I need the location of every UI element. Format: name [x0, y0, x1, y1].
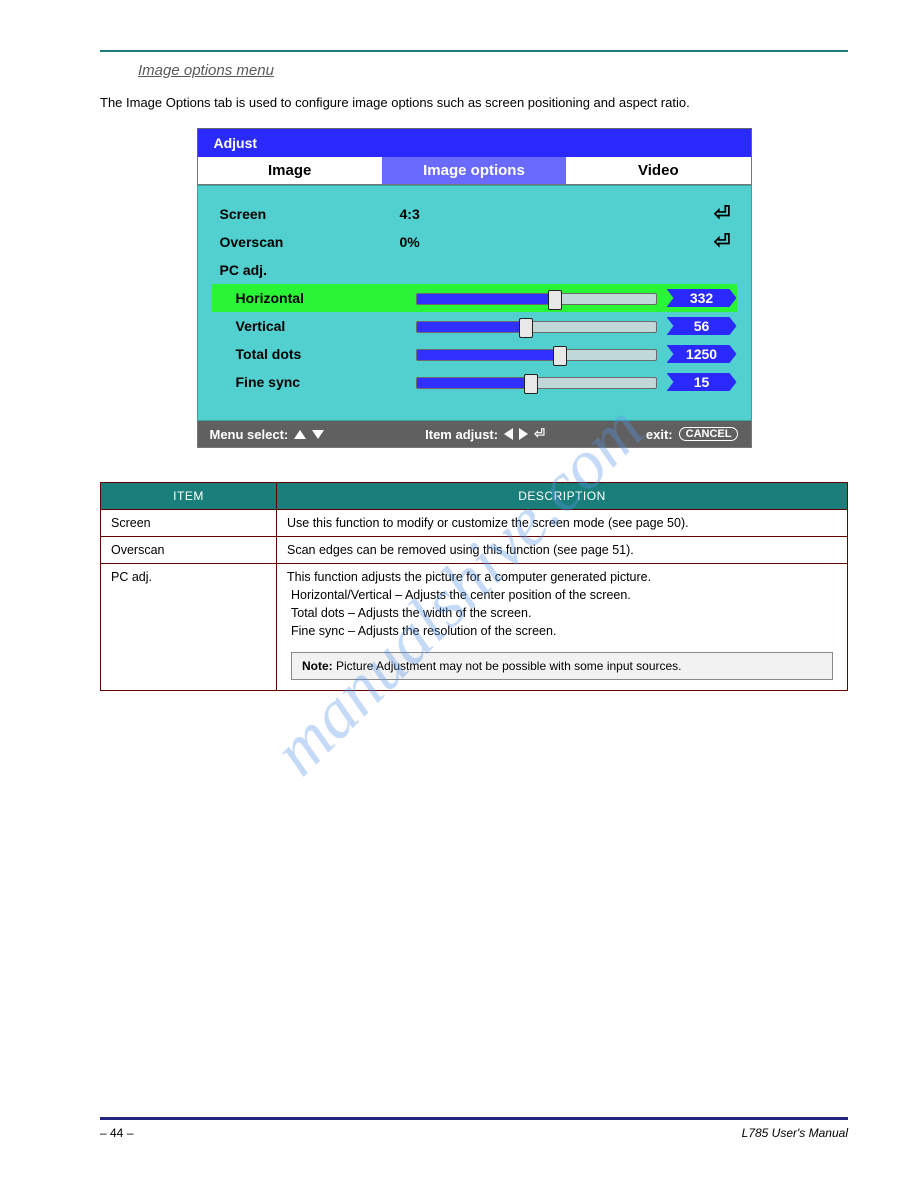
cancel-pill: CANCEL [679, 427, 739, 441]
osd-label-horizontal: Horizontal [212, 290, 416, 306]
osd-row-fine-sync[interactable]: Fine sync 15 [212, 368, 737, 396]
slider-thumb[interactable] [519, 318, 533, 338]
pcadj-f: Fine sync – Adjusts the resolution of th… [291, 624, 837, 638]
osd-tab-row: Image Image options Video [197, 157, 752, 185]
footer-rule [100, 1117, 848, 1120]
hint-exit-label: exit: [646, 427, 673, 442]
spec-table: ITEM DESCRIPTION Screen Use this functio… [100, 482, 848, 691]
badge-total-dots: 1250 [667, 345, 737, 363]
osd-screenshot: Adjust Image Image options Video Screen … [197, 128, 752, 448]
osd-row-total-dots[interactable]: Total dots 1250 [212, 340, 737, 368]
header-rule [100, 50, 848, 52]
tab-image[interactable]: Image [198, 157, 382, 184]
slider-vertical[interactable] [416, 321, 657, 333]
osd-title: Adjust [197, 128, 752, 157]
osd-row-vertical[interactable]: Vertical 56 [212, 312, 737, 340]
subsection-description: The Image Options tab is used to configu… [100, 95, 848, 110]
slider-thumb[interactable] [553, 346, 567, 366]
note-box: Note: Picture Adjustment may not be poss… [291, 652, 833, 680]
pcadj-h: Horizontal/Vertical – Adjusts the center… [291, 588, 837, 602]
osd-label-fine-sync: Fine sync [212, 374, 416, 390]
th-desc: DESCRIPTION [277, 483, 848, 510]
tab-image-options[interactable]: Image options [382, 157, 566, 184]
osd-label-vertical: Vertical [212, 318, 416, 334]
table-row: Overscan Scan edges can be removed using… [101, 537, 848, 564]
table-row: Screen Use this function to modify or cu… [101, 510, 848, 537]
footer-page-number: – 44 – [100, 1126, 133, 1140]
footer-doc-title: L785 User's Manual [742, 1126, 848, 1140]
osd-row-horizontal[interactable]: Horizontal 332 [212, 284, 737, 312]
subsection-title: Image options menu [138, 62, 848, 79]
th-item: ITEM [101, 483, 277, 510]
osd-body: Screen 4:3 ⏎ Overscan 0% ⏎ PC adj. Horiz… [197, 185, 752, 421]
cell-item-pcadj: PC adj. [101, 564, 277, 691]
cell-item-overscan: Overscan [101, 537, 277, 564]
pcadj-intro: This function adjusts the picture for a … [287, 570, 837, 584]
osd-row-overscan[interactable]: Overscan 0% ⏎ [212, 228, 737, 256]
arrow-up-icon [294, 430, 306, 439]
slider-total-dots[interactable] [416, 349, 657, 361]
enter-icon: ⏎ [714, 232, 737, 252]
osd-row-screen[interactable]: Screen 4:3 ⏎ [212, 200, 737, 228]
hint-menu-select: Menu select: [210, 427, 325, 442]
badge-fine-sync: 15 [667, 373, 737, 391]
osd-hint-bar: Menu select: Item adjust: ⏎ exit: CANCEL [197, 421, 752, 448]
hint-menu-select-label: Menu select: [210, 427, 289, 442]
badge-vertical: 56 [667, 317, 737, 335]
hint-item-adjust: Item adjust: ⏎ [425, 426, 545, 442]
osd-value-screen: 4:3 [400, 206, 714, 222]
slider-thumb[interactable] [548, 290, 562, 310]
cell-item-screen: Screen [101, 510, 277, 537]
badge-horizontal: 332 [667, 289, 737, 307]
table-row: PC adj. This function adjusts the pictur… [101, 564, 848, 691]
page-footer: – 44 – L785 User's Manual [100, 1117, 848, 1140]
pcadj-t: Total dots – Adjusts the width of the sc… [291, 606, 837, 620]
arrow-down-icon [312, 430, 324, 439]
slider-fine-sync[interactable] [416, 377, 657, 389]
tab-video[interactable]: Video [566, 157, 750, 184]
enter-icon: ⏎ [534, 426, 545, 442]
arrow-right-icon [519, 428, 528, 440]
note-label: Note: [302, 659, 333, 673]
hint-exit: exit: CANCEL [646, 427, 739, 442]
note-text: Picture Adjustment may not be possible w… [336, 659, 682, 673]
osd-label-pcadj: PC adj. [212, 262, 400, 278]
osd-label-total-dots: Total dots [212, 346, 416, 362]
arrow-left-icon [504, 428, 513, 440]
cell-desc-screen: Use this function to modify or customize… [277, 510, 848, 537]
slider-thumb[interactable] [524, 374, 538, 394]
osd-label-overscan: Overscan [212, 234, 400, 250]
osd-label-screen: Screen [212, 206, 400, 222]
hint-item-adjust-label: Item adjust: [425, 427, 498, 442]
slider-horizontal[interactable] [416, 293, 657, 305]
cell-desc-pcadj: This function adjusts the picture for a … [277, 564, 848, 691]
cell-desc-overscan: Scan edges can be removed using this fun… [277, 537, 848, 564]
osd-row-pcadj: PC adj. [212, 256, 737, 284]
table-header-row: ITEM DESCRIPTION [101, 483, 848, 510]
enter-icon: ⏎ [714, 204, 737, 224]
osd-value-overscan: 0% [400, 234, 714, 250]
